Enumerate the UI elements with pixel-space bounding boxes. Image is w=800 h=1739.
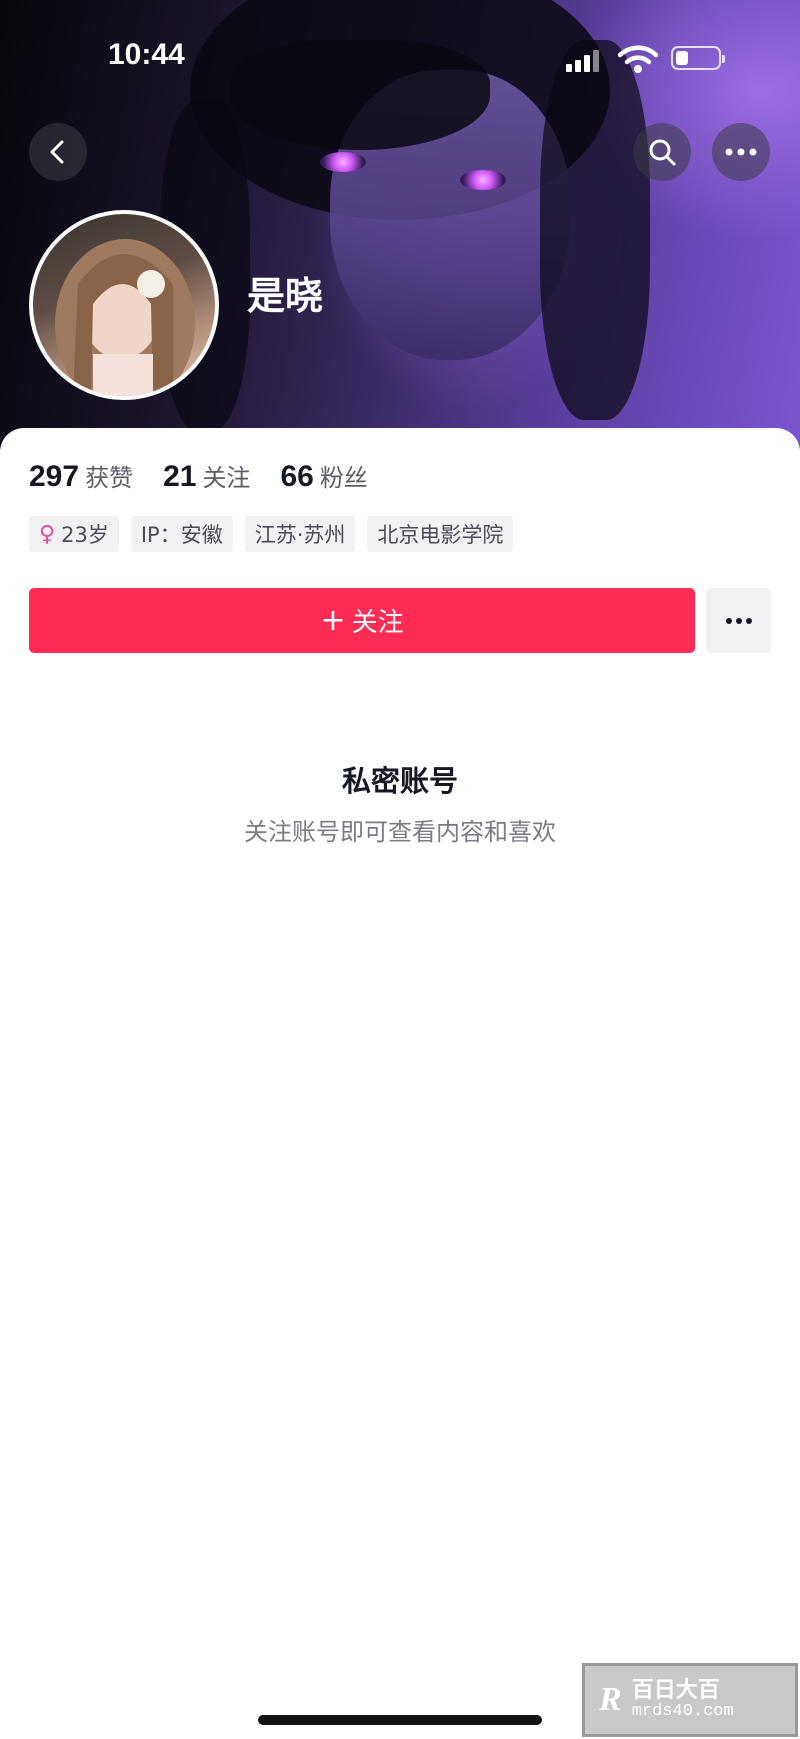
female-icon: ♀ — [39, 521, 56, 547]
battery-icon — [671, 46, 725, 70]
profile-more-button[interactable] — [706, 588, 771, 653]
signal-icon — [566, 50, 599, 72]
banner-art-eye — [460, 170, 506, 190]
chevron-left-icon — [50, 140, 64, 164]
back-button[interactable] — [29, 123, 87, 181]
stat-followers[interactable]: 66 粉丝 — [280, 458, 367, 494]
status-time: 10:44 — [108, 38, 185, 71]
home-indicator[interactable] — [258, 1715, 542, 1725]
tag-age: ♀ 23岁 — [29, 516, 119, 552]
stat-value: 297 — [29, 460, 80, 493]
tag-text: 江苏·苏州 — [254, 523, 346, 547]
tag-text: 北京电影学院 — [377, 523, 504, 547]
ellipsis-icon — [725, 617, 752, 624]
follow-button[interactable]: + 关注 — [29, 588, 695, 653]
tag-school: 北京电影学院 — [367, 516, 514, 552]
tag-text: IP：安徽 — [140, 523, 223, 547]
watermark-text: 百日大百 — [631, 1677, 720, 1703]
stat-value: 66 — [280, 460, 314, 493]
banner-art-hair — [540, 40, 650, 420]
plus-icon: + — [320, 603, 346, 638]
banner-art-eye — [320, 152, 366, 172]
avatar-photo — [55, 239, 195, 396]
private-account-subtitle: 关注账号即可查看内容和喜欢 — [244, 818, 556, 846]
stat-label: 关注 — [202, 464, 251, 492]
banner-art-bangs — [230, 40, 490, 150]
watermark: R 百日大百 mrds40.com — [582, 1663, 798, 1737]
avatar[interactable] — [29, 210, 219, 400]
private-account-title: 私密账号 — [341, 764, 458, 798]
profile-stats: 297 获赞 21 关注 66 粉丝 — [29, 458, 398, 494]
search-icon — [649, 139, 676, 166]
more-options-button[interactable] — [712, 123, 770, 181]
profile-nickname: 是晓 — [247, 274, 324, 318]
profile-tags: ♀ 23岁 IP：安徽 江苏·苏州 北京电影学院 — [29, 516, 525, 552]
stat-value: 21 — [163, 460, 197, 493]
tag-location: 江苏·苏州 — [244, 516, 356, 552]
watermark-logo: R — [599, 1681, 622, 1718]
tag-text: 23岁 — [61, 523, 109, 547]
stat-label: 获赞 — [85, 464, 134, 492]
follow-button-label: 关注 — [351, 608, 404, 638]
stat-following[interactable]: 21 关注 — [163, 458, 250, 494]
search-button[interactable] — [633, 123, 691, 181]
wifi-icon — [618, 45, 658, 73]
watermark-url: mrds40.com — [631, 1701, 734, 1721]
ellipsis-icon — [725, 148, 757, 156]
tag-ip: IP：安徽 — [130, 516, 233, 552]
stat-label: 粉丝 — [319, 464, 368, 492]
stat-likes[interactable]: 297 获赞 — [29, 458, 133, 494]
